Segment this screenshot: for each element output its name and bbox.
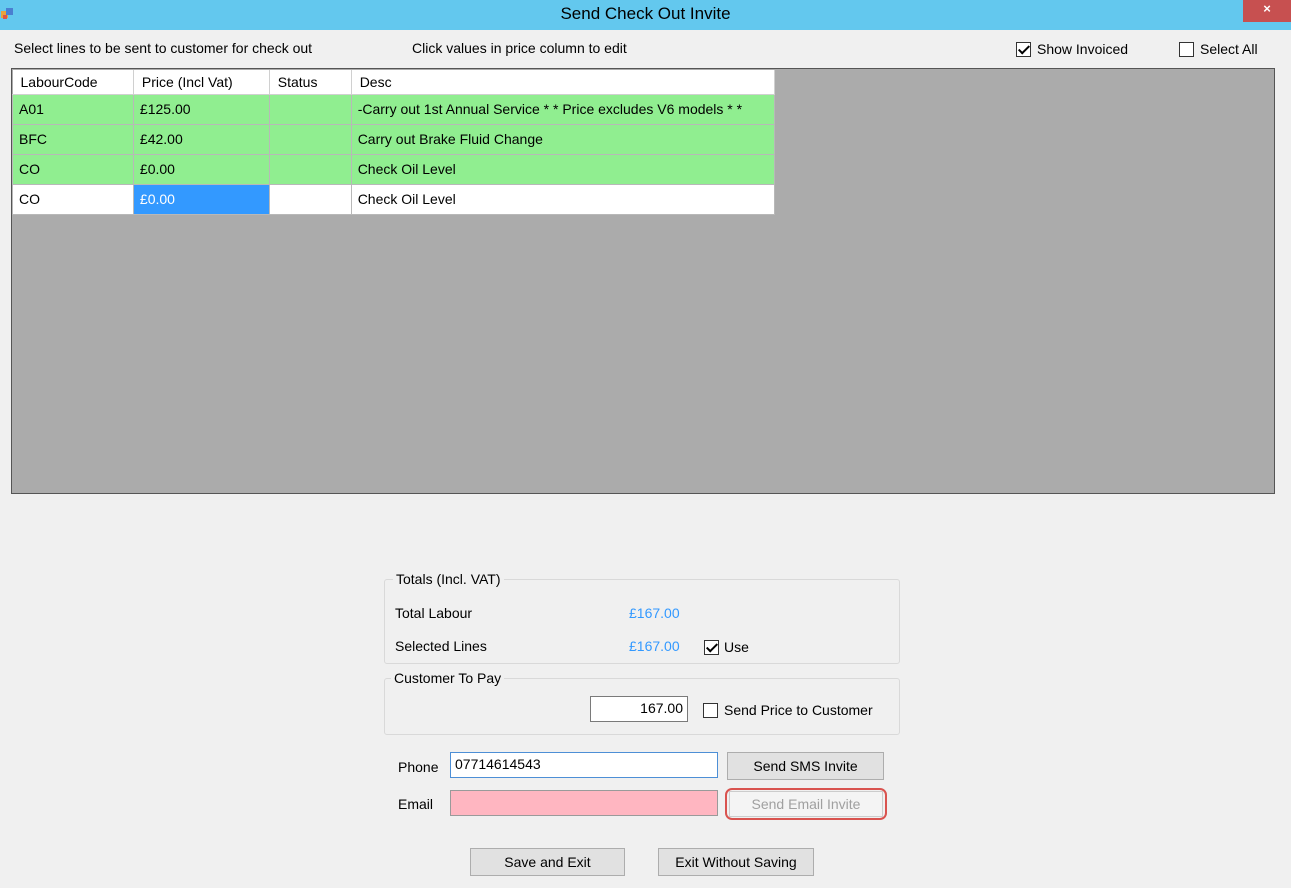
table-row[interactable]: CO £0.00 Check Oil Level <box>12 153 776 185</box>
cell-labourcode[interactable]: CO <box>12 183 134 215</box>
show-invoiced-checkbox[interactable]: Show Invoiced <box>1016 41 1128 57</box>
use-check-icon[interactable] <box>704 639 719 655</box>
cell-labourcode[interactable]: A01 <box>12 93 134 125</box>
select-all-check-icon[interactable] <box>1179 41 1194 57</box>
cell-status[interactable] <box>268 93 352 125</box>
email-label: Email <box>398 796 434 812</box>
send-sms-button[interactable]: Send SMS Invite <box>727 752 884 780</box>
cell-desc[interactable]: -Carry out 1st Annual Service * * Price … <box>350 93 776 125</box>
grid-header-row: LabourCode Price (Incl Vat) Status Desc <box>12 70 776 95</box>
column-header-labourcode[interactable]: LabourCode <box>12 70 134 95</box>
save-and-exit-button[interactable]: Save and Exit <box>470 848 625 876</box>
show-invoiced-check-icon[interactable] <box>1016 41 1031 57</box>
send-price-check-icon[interactable] <box>703 702 718 718</box>
show-invoiced-label: Show Invoiced <box>1037 41 1129 57</box>
cell-labourcode[interactable]: CO <box>12 153 134 185</box>
select-all-label: Select All <box>1200 41 1258 57</box>
phone-input[interactable]: 07714614543 <box>450 752 718 778</box>
total-labour-value: £167.00 <box>629 605 680 621</box>
send-price-label: Send Price to Customer <box>724 702 873 718</box>
table-row[interactable]: CO £0.00 Check Oil Level <box>12 183 776 215</box>
amount-input[interactable]: 167.00 <box>590 696 688 722</box>
cell-desc[interactable]: Carry out Brake Fluid Change <box>350 123 776 155</box>
cell-price[interactable]: £42.00 <box>132 123 270 155</box>
column-header-status[interactable]: Status <box>269 70 352 95</box>
column-header-desc[interactable]: Desc <box>351 70 776 95</box>
labour-table: LabourCode Price (Incl Vat) Status Desc … <box>12 70 776 215</box>
column-header-price[interactable]: Price (Incl Vat) <box>133 70 270 95</box>
table-row[interactable]: BFC £42.00 Carry out Brake Fluid Change <box>12 123 776 155</box>
use-label: Use <box>724 639 749 655</box>
close-button[interactable]: × <box>1243 0 1291 22</box>
selected-lines-label: Selected Lines <box>395 638 487 654</box>
send-price-checkbox[interactable]: Send Price to Customer <box>703 702 873 718</box>
cell-price[interactable]: £125.00 <box>132 93 270 125</box>
total-labour-label: Total Labour <box>395 605 473 621</box>
edit-price-instruction: Click values in price column to edit <box>412 40 627 56</box>
email-input[interactable] <box>450 790 718 816</box>
selected-lines-value: £167.00 <box>629 638 680 654</box>
select-lines-instruction: Select lines to be sent to customer for … <box>14 40 313 56</box>
select-all-checkbox[interactable]: Select All <box>1179 41 1258 57</box>
use-checkbox[interactable]: Use <box>704 639 749 655</box>
cell-status[interactable] <box>268 153 352 185</box>
customer-to-pay-title: Customer To Pay <box>391 670 505 686</box>
window-title: Send Check Out Invite <box>560 4 731 23</box>
send-email-button[interactable]: Send Email Invite <box>729 791 883 817</box>
cell-desc[interactable]: Check Oil Level <box>350 153 776 185</box>
phone-label: Phone <box>398 759 439 775</box>
cell-price[interactable]: £0.00 <box>132 153 270 185</box>
cell-labourcode[interactable]: BFC <box>12 123 134 155</box>
cell-price-focused[interactable]: £0.00 <box>132 183 270 215</box>
cell-status[interactable] <box>268 183 352 215</box>
totals-group-title: Totals (Incl. VAT) <box>393 571 504 587</box>
cell-desc[interactable]: Check Oil Level <box>350 183 776 215</box>
cell-status[interactable] <box>268 123 352 155</box>
table-row[interactable]: A01 £125.00 -Carry out 1st Annual Servic… <box>12 93 776 125</box>
exit-without-saving-button[interactable]: Exit Without Saving <box>658 848 814 876</box>
